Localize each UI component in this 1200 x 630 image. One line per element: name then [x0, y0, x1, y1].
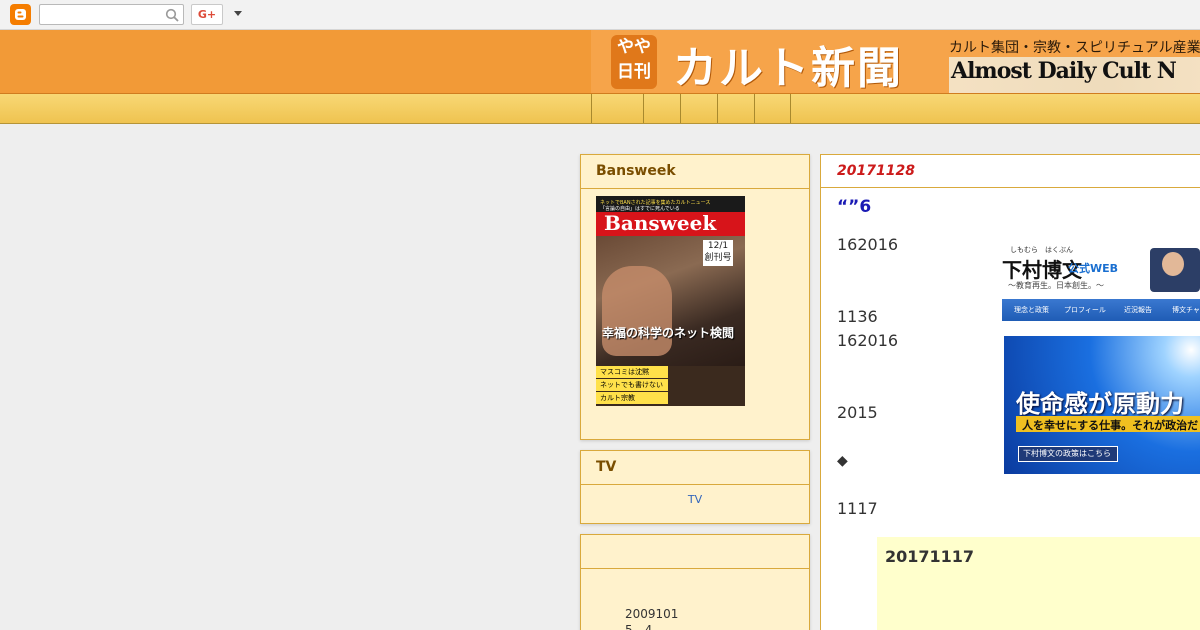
post-line-2: 1136	[837, 307, 878, 326]
ad-hero-button: 下村博文の政策はこちら	[1018, 446, 1118, 462]
post-line-4: 2015	[837, 403, 878, 422]
ad-hero-title: 使命感が原動力	[1016, 390, 1184, 418]
tv-widget: TV TV	[580, 450, 810, 524]
cover-date-sub: 創刊号	[704, 253, 732, 263]
page-tabs	[0, 94, 1200, 124]
blogger-navbar: G+	[0, 0, 1200, 30]
tab-4[interactable]	[717, 94, 754, 123]
tab-2[interactable]	[643, 94, 680, 123]
archive-widget: 2009101 5 4	[580, 534, 810, 630]
google-plus-button[interactable]: G+	[191, 4, 223, 25]
search-input[interactable]	[39, 4, 184, 25]
blogger-logo-icon[interactable]	[10, 4, 31, 25]
archive-line-1[interactable]: 2009101	[625, 607, 678, 621]
badge-line2: 日刊	[617, 62, 651, 82]
widget-title: TV	[581, 451, 809, 485]
post-line-3: 162016	[837, 331, 899, 350]
search-icon[interactable]	[165, 7, 179, 26]
post-line-1: 162016	[837, 235, 899, 254]
tab-5[interactable]	[754, 94, 791, 123]
blog-subtitle-jp: カルト集団・宗教・スピリチュアル産業の	[949, 40, 1200, 56]
ad-web-label: 公式WEB	[1068, 262, 1119, 275]
archive-line-2: 5 4	[625, 623, 653, 630]
cover-tag-1: マスコミは沈黙	[596, 366, 668, 378]
widget-title	[581, 535, 809, 569]
cover-name: Bansweek	[604, 211, 717, 235]
post-line-5: ◆	[837, 453, 848, 469]
post-title[interactable]: “”6	[837, 197, 871, 217]
ad-hero-sub: 人を幸せにする仕事。それが政治だ	[1022, 419, 1199, 432]
ad-nav: 理念と政策 プロフィール 近況報告 博文チャ	[1002, 299, 1200, 321]
cover-headline: 幸福の科学のネット検閲	[602, 326, 735, 340]
badge-line1: やや	[617, 37, 651, 57]
post-line-6: 1117	[837, 499, 878, 518]
quoted-block: 20171117	[877, 537, 1200, 630]
cover-hand	[602, 266, 672, 356]
ad-slogan: ～教育再生。日本創生。～	[1008, 281, 1104, 290]
blog-header: やや 日刊 カルト新聞 カルト集団・宗教・スピリチュアル産業の Almost D…	[0, 30, 1200, 94]
embedded-website-screenshot[interactable]: しもむら はくぶん 下村博文 公式WEB ～教育再生。日本創生。～ 理念と政策 …	[1002, 242, 1200, 474]
quoted-date: 20171117	[885, 547, 975, 566]
cover-top-line2: 「言論の自由」はすでに死んでいる	[600, 206, 680, 212]
ad-nav-item: 近況報告	[1124, 306, 1152, 314]
cover-date: 12/1 創刊号	[703, 240, 733, 266]
ad-face	[1162, 252, 1184, 276]
cover-tag-3: カルト宗教	[596, 392, 668, 404]
ad-nav-item: プロフィール	[1064, 306, 1106, 314]
tab-3[interactable]	[680, 94, 717, 123]
blog-subtitle-en: Almost Daily Cult N	[951, 58, 1177, 84]
blog-title: カルト新聞	[673, 43, 903, 93]
widget-title: Bansweek	[581, 155, 809, 189]
ad-hero: 使命感が原動力 人を幸せにする仕事。それが政治だ 下村博文の政策はこちら	[1004, 336, 1200, 474]
ad-portrait	[1150, 248, 1200, 292]
bansweek-cover-image[interactable]: ネットでBANされた記事を集めたカルトニュース Bansweek 12/1 創刊…	[596, 196, 745, 406]
ad-nav-item: 博文チャ	[1172, 306, 1200, 314]
cover-tag-2: ネットでも書けない	[596, 379, 668, 391]
tab-1[interactable]	[591, 94, 643, 123]
ad-nav-item: 理念と政策	[1014, 306, 1049, 314]
bansweek-widget: Bansweek ネットでBANされた記事を集めたカルトニュース Banswee…	[580, 154, 810, 440]
post-container: 20171128 “”6 162016 1136 162016 2015 ◆ 1…	[820, 154, 1200, 630]
tv-link[interactable]: TV	[581, 485, 809, 506]
more-menu-arrow-icon[interactable]	[234, 11, 242, 16]
post-divider	[821, 187, 1200, 188]
banner-badge: やや 日刊	[611, 35, 657, 89]
cover-date-value: 12/1	[707, 241, 729, 251]
post-date: 20171128	[837, 163, 915, 179]
header-banner[interactable]: やや 日刊 カルト新聞 カルト集団・宗教・スピリチュアル産業の Almost D…	[591, 30, 1200, 93]
